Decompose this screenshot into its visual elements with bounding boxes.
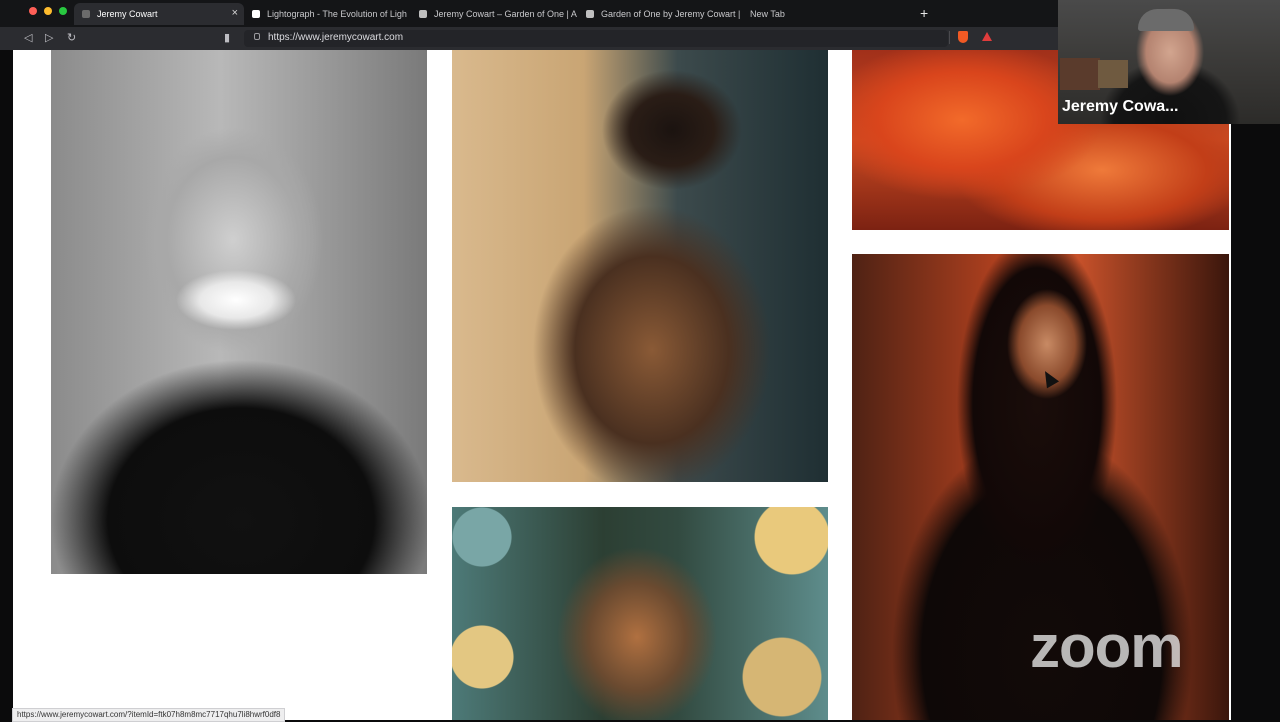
close-tab-icon[interactable]: × xyxy=(232,7,238,19)
background-frame xyxy=(1098,60,1128,88)
tab-label: Jeremy Cowart – Garden of One | A xyxy=(434,9,577,19)
participant-video: Jeremy Cowa... xyxy=(1058,0,1280,124)
reload-icon[interactable]: ↻ xyxy=(67,31,76,44)
background-frame xyxy=(1060,58,1100,90)
squarespace-favicon-icon xyxy=(419,10,427,18)
tab-new-tab[interactable]: New Tab xyxy=(742,3,906,25)
browser-chrome: Jeremy Cowart × Lightograph - The Evolut… xyxy=(0,0,1058,50)
tab-label: Garden of One by Jeremy Cowart | xyxy=(601,9,741,19)
new-tab-button[interactable]: + xyxy=(920,5,928,21)
tab-jeremy-cowart[interactable]: Jeremy Cowart × xyxy=(74,3,244,25)
tab-label: Jeremy Cowart xyxy=(97,9,158,19)
photo-woman-with-circles[interactable] xyxy=(452,507,828,720)
zoom-watermark: zoom xyxy=(1030,613,1184,680)
tab-label: Lightograph - The Evolution of Ligh xyxy=(267,9,407,19)
participant-cap xyxy=(1138,9,1194,31)
forward-icon[interactable]: ▷ xyxy=(45,31,53,44)
toolbar-divider xyxy=(949,31,950,44)
minimize-window-icon[interactable] xyxy=(44,7,52,15)
tab-garden-of-one-by-jeremy[interactable]: Garden of One by Jeremy Cowart | xyxy=(578,3,742,25)
tab-lightograph[interactable]: Lightograph - The Evolution of Ligh xyxy=(244,3,409,25)
bookmark-icon[interactable]: ▮ xyxy=(224,31,230,44)
tab-bar: Jeremy Cowart × Lightograph - The Evolut… xyxy=(0,0,1058,27)
participant-name: Jeremy Cowa... xyxy=(1062,98,1179,115)
url-text[interactable]: https://www.jeremycowart.com xyxy=(268,32,403,43)
tab-label: New Tab xyxy=(750,9,785,19)
lightograph-favicon-icon xyxy=(252,10,260,18)
brave-shield-icon[interactable] xyxy=(958,31,968,43)
squarespace-favicon-icon xyxy=(586,10,594,18)
tab-garden-of-one[interactable]: Jeremy Cowart – Garden of One | A xyxy=(411,3,578,25)
address-bar[interactable]: https://www.jeremycowart.com xyxy=(244,30,948,47)
navigation-bar: ◁ ▷ ↻ ▮ https://www.jeremycowart.com xyxy=(0,27,1058,50)
brave-rewards-icon[interactable] xyxy=(982,32,992,41)
close-window-icon[interactable] xyxy=(29,7,37,15)
maximize-window-icon[interactable] xyxy=(59,7,67,15)
lock-icon xyxy=(254,33,260,40)
photo-laughing-man[interactable] xyxy=(51,50,427,574)
site-favicon-icon xyxy=(82,10,90,18)
photo-split-tone-man[interactable] xyxy=(452,50,828,482)
back-icon[interactable]: ◁ xyxy=(24,31,32,44)
